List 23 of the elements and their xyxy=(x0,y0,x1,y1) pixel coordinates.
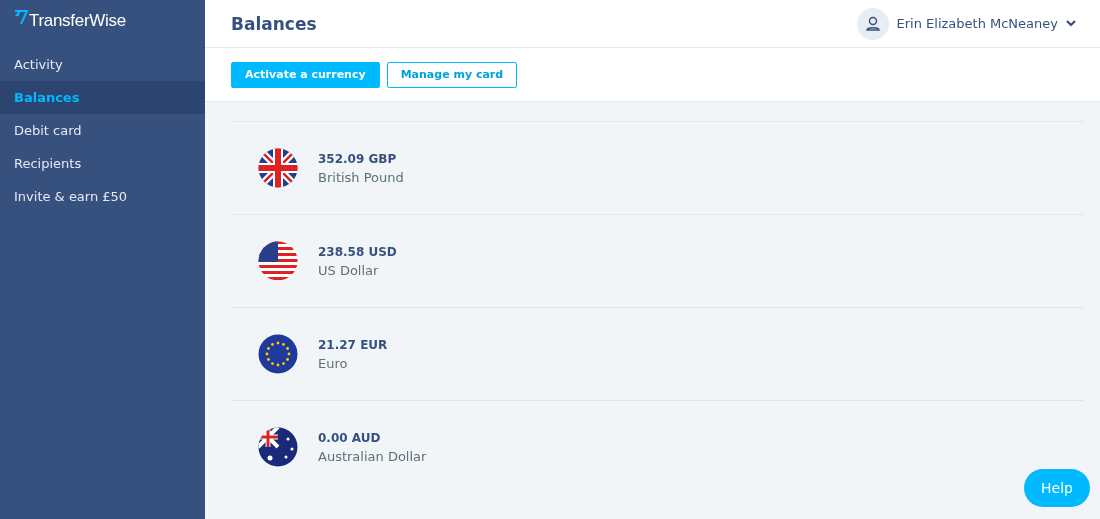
currency-name: British Pound xyxy=(318,169,404,185)
user-avatar-icon[interactable] xyxy=(856,7,889,40)
sidebar-item[interactable]: Activity xyxy=(0,48,205,81)
balance-amount: 352.09 GBP xyxy=(318,151,398,166)
flag-icon xyxy=(258,427,298,467)
currency-name: US Dollar xyxy=(318,262,380,278)
currency-name: Australian Dollar xyxy=(318,448,427,464)
page-title: Balances xyxy=(231,13,317,34)
flag-icon xyxy=(258,241,298,281)
user-name[interactable]: Erin Elizabeth McNeaney xyxy=(896,16,1058,31)
logo-text: TransferWise xyxy=(29,11,126,31)
currency-name: Euro xyxy=(318,355,349,371)
balance-amount: 238.58 USD xyxy=(318,244,397,259)
sidebar-item[interactable]: Recipients xyxy=(0,147,205,180)
sidebar-item[interactable]: Debit card xyxy=(0,114,205,147)
balance-amount: 0.00 AUD xyxy=(318,430,382,445)
logo-icon xyxy=(14,9,28,25)
flag-icon xyxy=(258,148,298,188)
chevron-down-icon[interactable] xyxy=(1066,20,1076,27)
flag-icon xyxy=(258,334,298,374)
balance-amount: 21.27 EUR xyxy=(318,337,388,352)
sidebar-item[interactable]: Balances xyxy=(0,81,205,114)
sidebar-item[interactable]: Invite & earn £50 xyxy=(0,180,205,213)
